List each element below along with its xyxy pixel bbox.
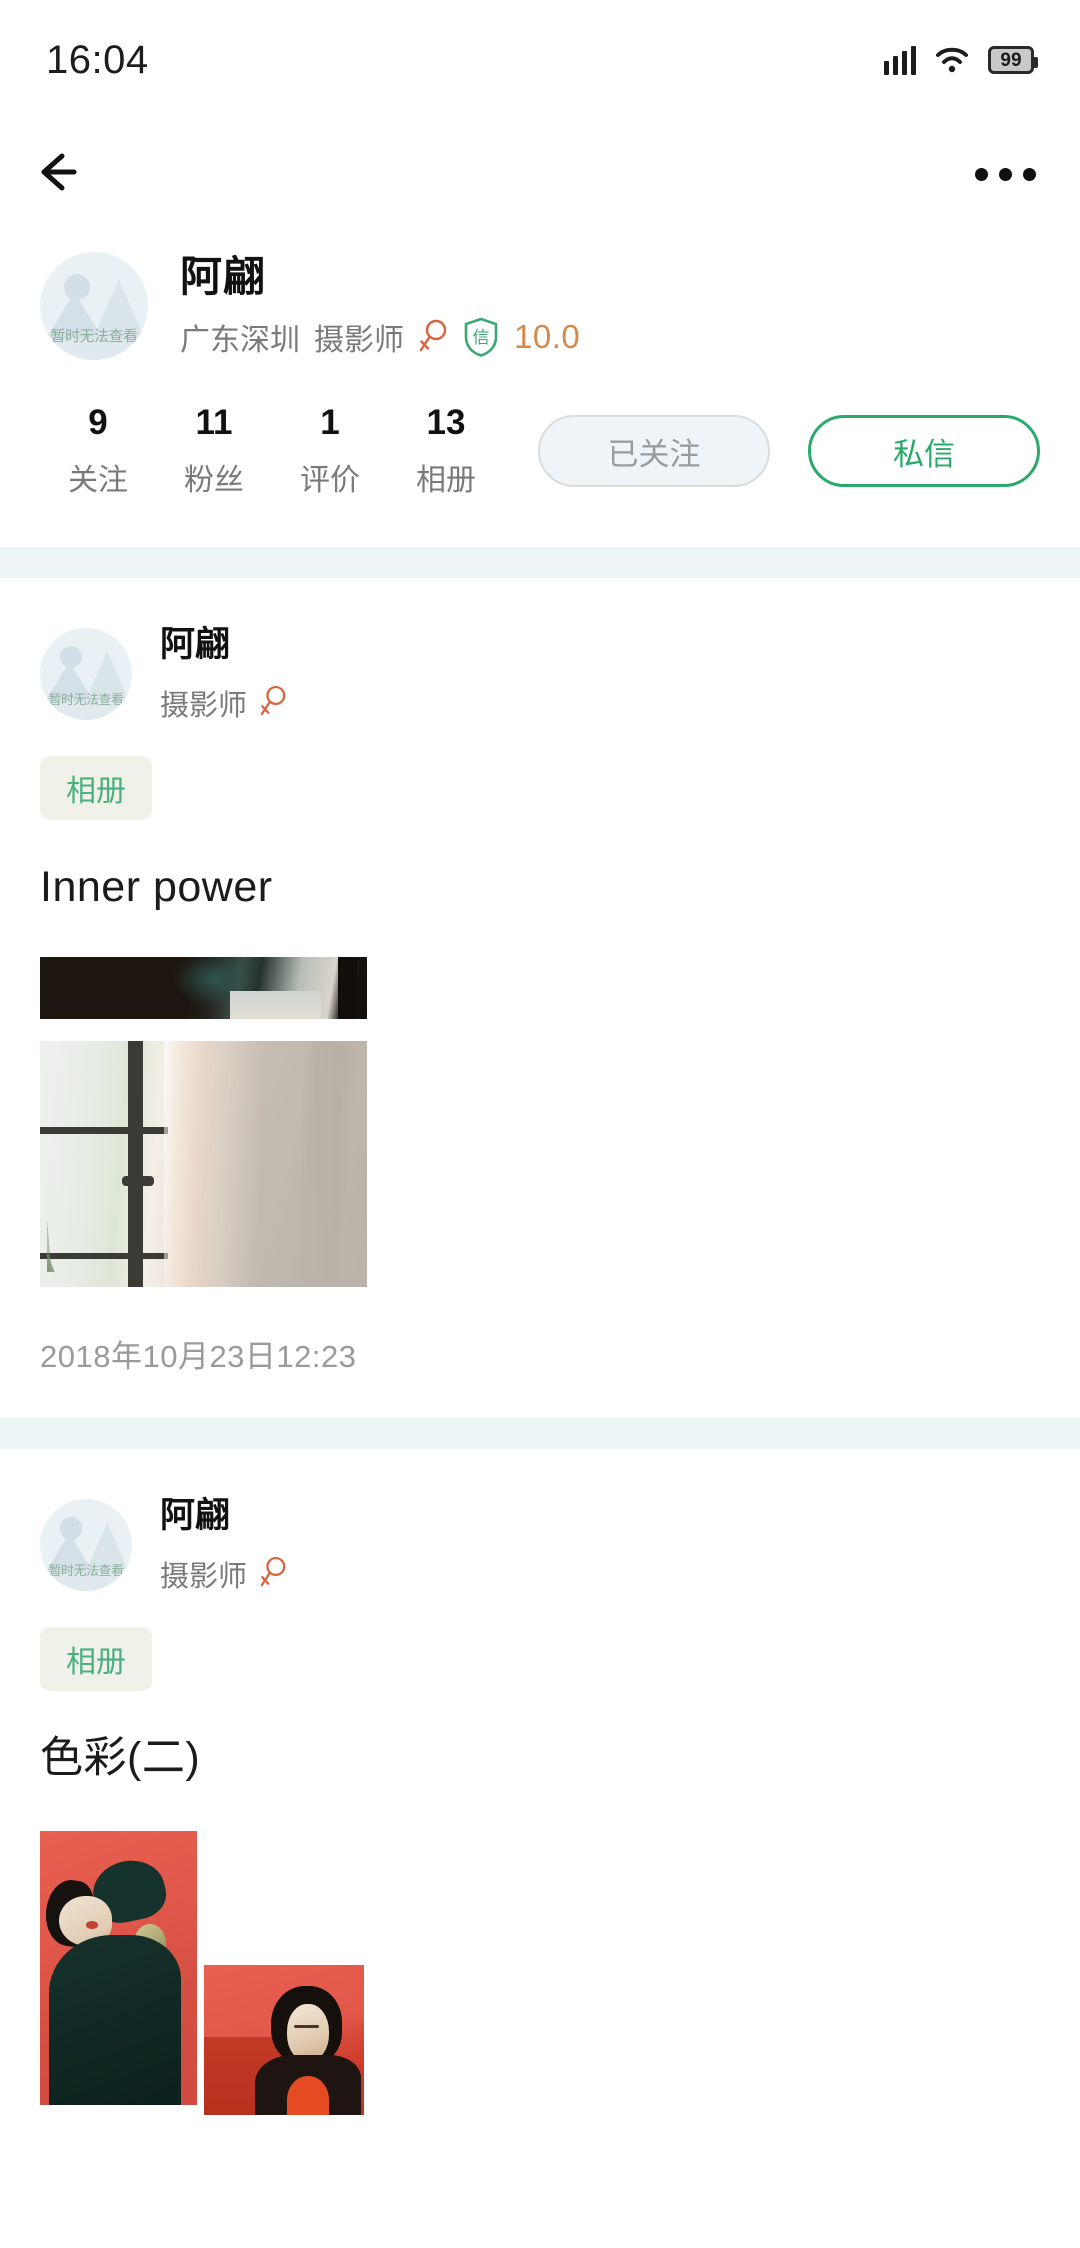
- avatar[interactable]: 暂时无法查看: [40, 252, 148, 360]
- stat-followers[interactable]: 11 粉丝: [156, 403, 272, 499]
- female-gender-icon: [418, 319, 448, 355]
- post-card[interactable]: 暂时无法查看 阿翩 摄影师 相册 Inner power 2018年10月23日…: [0, 578, 1080, 1419]
- female-gender-icon: [259, 685, 289, 721]
- avatar-placeholder-text: 暂时无法查看: [50, 327, 138, 345]
- status-bar-icons: 99: [884, 45, 1038, 75]
- profile-location: 广东深圳: [180, 324, 300, 358]
- stat-value: 13: [426, 403, 466, 442]
- more-options-button[interactable]: [970, 142, 1040, 206]
- nav-bar: [0, 120, 1080, 228]
- stat-value: 11: [195, 403, 233, 442]
- profile-stats-row: 9 关注 11 粉丝 1 评价 13 相册 已关注 私信: [40, 403, 1040, 499]
- back-button[interactable]: [36, 142, 100, 206]
- post-role-label: 摄影师: [160, 689, 248, 722]
- stat-reviews[interactable]: 1 评价: [272, 403, 388, 499]
- post-author-row: 暂时无法查看 阿翩 摄影师: [40, 1495, 1040, 1595]
- post-author-info: 阿翩 摄影师: [160, 1495, 289, 1595]
- svg-text:信: 信: [473, 328, 490, 347]
- post-title: Inner power: [40, 862, 273, 911]
- post-image[interactable]: [40, 1830, 197, 2105]
- section-divider: [0, 1418, 1080, 1450]
- post-timestamp: 2018年10月23日12:23: [40, 1339, 357, 1375]
- stat-label: 评价: [300, 463, 360, 497]
- post-title: 色彩(二): [40, 1734, 201, 1783]
- profile-role: 摄影师: [314, 324, 404, 358]
- back-arrow-icon: [38, 150, 98, 199]
- battery-icon: 99: [988, 46, 1038, 74]
- post-image[interactable]: [40, 1041, 367, 1288]
- section-divider: [0, 546, 1080, 578]
- post-author-info: 阿翩 摄影师: [160, 624, 289, 724]
- post-author-name: 阿翩: [160, 1496, 231, 1536]
- battery-level: 99: [1000, 49, 1022, 71]
- post-tag[interactable]: 相册: [40, 755, 152, 820]
- avatar-placeholder-text: 暂时无法查看: [48, 1563, 124, 1579]
- profile-subtitle: 广东深圳 摄影师 信 10.0: [180, 315, 580, 359]
- post-tag[interactable]: 相册: [40, 1627, 152, 1692]
- status-bar: 16:04 99: [0, 0, 1080, 120]
- stat-label: 粉丝: [184, 463, 244, 497]
- verified-shield-icon: 信: [462, 316, 500, 358]
- follow-button[interactable]: 已关注: [538, 415, 770, 488]
- message-button[interactable]: 私信: [808, 415, 1040, 488]
- stat-albums[interactable]: 13 相册: [388, 403, 504, 499]
- status-bar-time: 16:04: [46, 37, 149, 82]
- profile-rating: 10.0: [514, 318, 581, 356]
- signal-bars-icon: [884, 45, 916, 75]
- avatar[interactable]: 暂时无法查看: [40, 627, 132, 720]
- post-author-row: 暂时无法查看 阿翩 摄影师: [40, 624, 1040, 724]
- profile-header: 暂时无法查看 阿翩 广东深圳 摄影师 信 10.0 9 关注 11 粉丝 1 评…: [0, 228, 1080, 547]
- avatar[interactable]: 暂时无法查看: [40, 1499, 132, 1592]
- female-gender-icon: [259, 1556, 289, 1592]
- post-image[interactable]: [204, 1964, 364, 2115]
- stat-value: 1: [320, 403, 340, 442]
- profile-actions: 已关注 私信: [538, 415, 1040, 488]
- wifi-icon: [934, 46, 970, 74]
- stat-following[interactable]: 9 关注: [40, 403, 156, 499]
- post-image[interactable]: [40, 957, 367, 1020]
- stat-label: 相册: [416, 463, 476, 497]
- more-options-icon: [974, 167, 988, 181]
- post-author-name: 阿翩: [160, 624, 231, 664]
- post-card[interactable]: 暂时无法查看 阿翩 摄影师 相册 色彩(二): [0, 1449, 1080, 2115]
- post-image-gallery: [40, 1815, 1040, 2115]
- profile-info: 阿翩 广东深圳 摄影师 信 10.0: [180, 253, 580, 360]
- post-author-role: 摄影师: [160, 682, 289, 724]
- post-author-role: 摄影师: [160, 1553, 289, 1595]
- profile-name: 阿翩: [180, 252, 267, 300]
- stat-label: 关注: [68, 463, 128, 497]
- stat-value: 9: [88, 403, 108, 442]
- profile-identity-row: 暂时无法查看 阿翩 广东深圳 摄影师 信 10.0: [40, 252, 1040, 360]
- post-role-label: 摄影师: [160, 1561, 248, 1594]
- post-image-gallery: [40, 943, 1040, 1288]
- avatar-placeholder-text: 暂时无法查看: [48, 691, 124, 707]
